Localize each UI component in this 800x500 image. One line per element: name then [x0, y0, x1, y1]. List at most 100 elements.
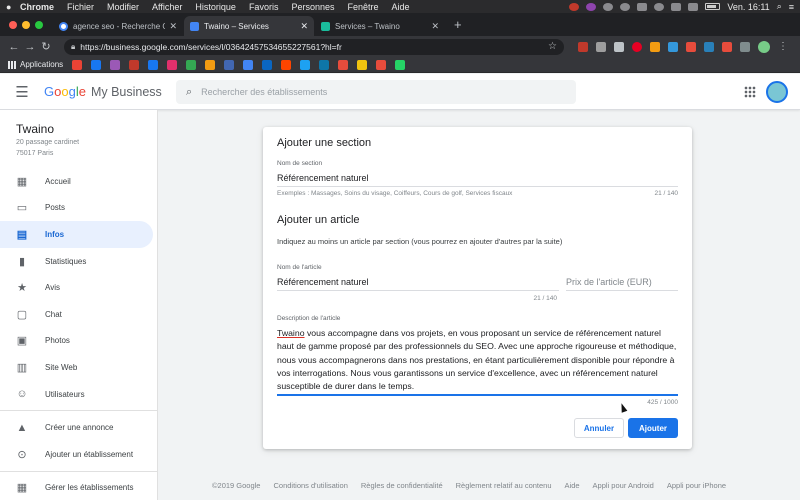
- bookmark-icon[interactable]: [300, 59, 311, 70]
- browser-tab-active[interactable]: Twaino – Services ✕: [184, 16, 314, 36]
- maximize-window-button[interactable]: [35, 21, 43, 29]
- bookmark-icon[interactable]: [395, 59, 406, 70]
- business-search-bar[interactable]: ⌕ Rechercher des établissements: [176, 80, 576, 104]
- cancel-button[interactable]: Annuler: [574, 418, 624, 438]
- search-placeholder[interactable]: Rechercher des établissements: [201, 87, 327, 97]
- bookmark-icon[interactable]: [281, 59, 292, 70]
- bookmark-icon[interactable]: [72, 59, 83, 70]
- lock-icon[interactable]: 🔒︎: [71, 42, 75, 52]
- bookmark-applications[interactable]: Applications: [8, 60, 63, 69]
- forward-arrow-icon[interactable]: →: [22, 41, 38, 53]
- sidebar-item-statistiques[interactable]: ▮ Statistiques: [0, 248, 157, 275]
- sidebar-item-infos[interactable]: ▤ Infos: [0, 221, 153, 248]
- bookmark-icon[interactable]: [205, 59, 216, 70]
- bookmark-icon[interactable]: [186, 59, 197, 70]
- add-button[interactable]: Ajouter: [628, 418, 678, 438]
- hamburger-menu-icon[interactable]: ☰: [0, 83, 44, 101]
- sidebar-item-accueil[interactable]: ▦ Accueil: [0, 168, 157, 195]
- extension-icon[interactable]: [578, 41, 588, 52]
- bookmark-icon[interactable]: [243, 59, 254, 70]
- bookmark-icon[interactable]: [357, 59, 368, 70]
- browser-tab[interactable]: agence seo - Recherche Google ✕: [53, 16, 183, 36]
- sidebar-item-avis[interactable]: ★ Avis: [0, 274, 157, 301]
- flag-icon[interactable]: [671, 2, 682, 11]
- sidebar-item-ajouter-un-etablissement[interactable]: ⊙ Ajouter un établissement: [0, 441, 157, 468]
- menu-modifier[interactable]: Modifier: [107, 2, 139, 12]
- menu-personnes[interactable]: Personnes: [291, 2, 334, 12]
- status-app-icon[interactable]: [603, 2, 614, 11]
- menu-favoris[interactable]: Favoris: [249, 2, 279, 12]
- close-tab-icon[interactable]: ✕: [169, 21, 177, 32]
- extension-icon[interactable]: [614, 41, 624, 52]
- article-name-input[interactable]: Référencement naturel: [277, 277, 369, 287]
- bookmark-icon[interactable]: [110, 59, 121, 70]
- bookmark-icon[interactable]: [224, 59, 235, 70]
- google-my-business-logo[interactable]: Google My Business: [44, 84, 162, 99]
- section-name-input[interactable]: Référencement naturel: [277, 173, 369, 183]
- sidebar-item-gerer-les-etablissements[interactable]: ▦ Gérer les établissements: [0, 475, 157, 500]
- close-tab-icon[interactable]: ✕: [431, 21, 439, 32]
- extension-icon[interactable]: [668, 41, 678, 52]
- menu-fenetre[interactable]: Fenêtre: [347, 2, 378, 12]
- sidebar-item-creer-une-annonce[interactable]: ▲ Créer une annonce: [0, 414, 157, 441]
- sidebar-item-photos[interactable]: ▣ Photos: [0, 328, 157, 355]
- menu-historique[interactable]: Historique: [195, 2, 236, 12]
- bookmark-icon[interactable]: [91, 59, 102, 70]
- status-app-icon[interactable]: [569, 2, 580, 11]
- bookmark-icon[interactable]: [148, 59, 159, 70]
- bookmark-icon[interactable]: [376, 59, 387, 70]
- search-icon[interactable]: ⌕: [777, 1, 782, 12]
- extension-icon[interactable]: [596, 41, 606, 52]
- menu-fichier[interactable]: Fichier: [67, 2, 94, 12]
- bookmark-icon[interactable]: [262, 59, 273, 70]
- bookmark-star-icon[interactable]: ☆: [548, 41, 557, 52]
- extension-icon[interactable]: [686, 41, 696, 52]
- address-bar[interactable]: 🔒︎ https://business.google.com/services/…: [64, 38, 564, 55]
- footer-link[interactable]: Aide: [565, 481, 580, 490]
- sidebar-item-chat[interactable]: ▢ Chat: [0, 301, 157, 328]
- status-app-icon[interactable]: [586, 2, 597, 11]
- new-tab-button[interactable]: +: [446, 17, 470, 36]
- menu-chrome[interactable]: Chrome: [20, 2, 54, 12]
- status-app-icon[interactable]: [637, 2, 648, 11]
- battery-icon[interactable]: [705, 3, 721, 10]
- chrome-menu-icon[interactable]: ⋮: [778, 41, 788, 52]
- extension-icon[interactable]: [704, 41, 714, 52]
- extension-icon[interactable]: [740, 41, 750, 52]
- bookmark-icon[interactable]: [319, 59, 330, 70]
- bookmark-icon[interactable]: [129, 59, 140, 70]
- footer-link[interactable]: Règles de confidentialité: [361, 481, 443, 490]
- apple-menu-icon[interactable]: ●: [6, 2, 20, 12]
- volume-icon[interactable]: [688, 2, 699, 11]
- wifi-icon[interactable]: [654, 2, 665, 11]
- minimize-window-button[interactable]: [22, 21, 30, 29]
- footer-link[interactable]: Règlement relatif au contenu: [456, 481, 552, 490]
- bookmark-icon[interactable]: [338, 59, 349, 70]
- article-price-input[interactable]: Prix de l'article (EUR): [566, 277, 652, 287]
- footer-link[interactable]: Appli pour iPhone: [667, 481, 726, 490]
- reload-icon[interactable]: ↻: [38, 40, 54, 53]
- back-arrow-icon[interactable]: ←: [6, 41, 22, 53]
- pinterest-icon[interactable]: [632, 41, 642, 52]
- extension-icon[interactable]: [722, 41, 732, 52]
- url-text[interactable]: https://business.google.com/services/l/0…: [80, 42, 342, 52]
- sidebar-item-site-web[interactable]: ▥ Site Web: [0, 354, 157, 381]
- extension-icon[interactable]: [650, 41, 660, 52]
- sidebar-item-posts[interactable]: ▭ Posts: [0, 195, 157, 222]
- menu-aide[interactable]: Aide: [392, 2, 410, 12]
- cloud-icon[interactable]: [620, 2, 631, 11]
- menu-afficher[interactable]: Afficher: [152, 2, 182, 12]
- google-apps-icon[interactable]: [744, 86, 756, 98]
- browser-tab[interactable]: Services – Twaino ✕: [315, 16, 445, 36]
- article-description-textarea[interactable]: Twaino vous accompagne dans vos projets,…: [277, 327, 677, 393]
- close-tab-icon[interactable]: ✕: [300, 21, 308, 32]
- footer-link[interactable]: Conditions d'utilisation: [273, 481, 347, 490]
- close-window-button[interactable]: [9, 21, 17, 29]
- menubar-clock[interactable]: Ven. 16:11: [727, 2, 769, 12]
- footer-link[interactable]: Appli pour Android: [593, 481, 654, 490]
- menu-list-icon[interactable]: ≡: [789, 2, 794, 12]
- chrome-profile-avatar[interactable]: [758, 40, 770, 53]
- sidebar-item-utilisateurs[interactable]: ☺ Utilisateurs: [0, 381, 157, 408]
- bookmark-icon[interactable]: [167, 59, 178, 70]
- account-avatar[interactable]: [766, 81, 788, 103]
